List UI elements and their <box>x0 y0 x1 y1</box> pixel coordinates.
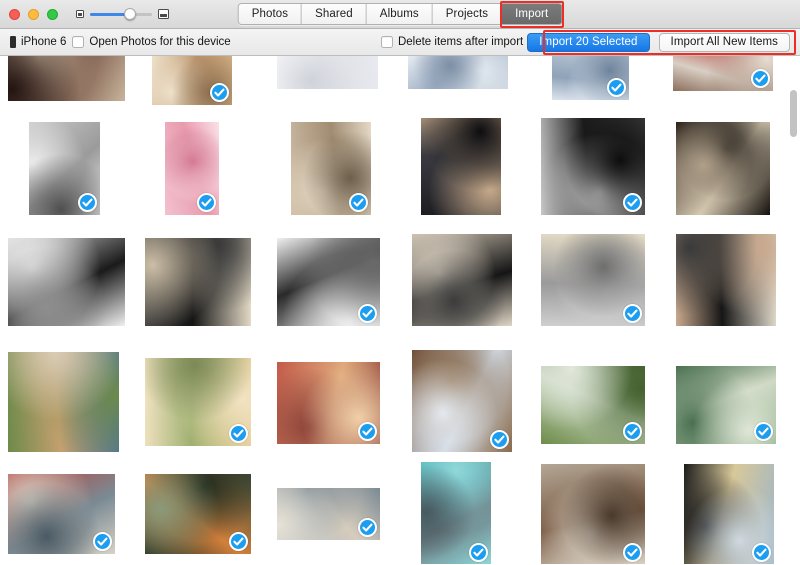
grid-scrollbar[interactable] <box>790 60 797 560</box>
small-thumbnail-icon[interactable] <box>76 10 84 18</box>
photo-selected-checkmark-icon[interactable] <box>210 83 229 102</box>
photo-thumbnail[interactable] <box>421 462 491 564</box>
delete-after-import-checkbox-box[interactable] <box>381 36 393 48</box>
device-name-label: iPhone 6 <box>21 36 66 48</box>
open-photos-for-device-checkbox[interactable]: Open Photos for this device <box>72 36 230 48</box>
device-indicator: iPhone 6 <box>10 36 72 48</box>
import-selected-button[interactable]: Import 20 Selected <box>527 33 649 52</box>
photo-selected-checkmark-icon[interactable] <box>358 422 377 441</box>
photo-thumbnail[interactable] <box>8 474 115 554</box>
view-tab-bar: Photos Shared Albums Projects Import <box>238 3 563 25</box>
photo-thumbnail[interactable] <box>145 358 251 446</box>
photo-selected-checkmark-icon[interactable] <box>490 430 509 449</box>
photo-selected-checkmark-icon[interactable] <box>78 193 97 212</box>
iphone-icon <box>10 36 16 48</box>
grid-scrollbar-thumb[interactable] <box>790 90 797 137</box>
photo-image <box>8 352 119 452</box>
photos-import-window: Photos Shared Albums Projects Import iPh… <box>0 0 800 565</box>
photo-selected-checkmark-icon[interactable] <box>349 193 368 212</box>
photo-image <box>412 234 512 326</box>
photo-selected-checkmark-icon[interactable] <box>93 532 112 551</box>
zoom-slider-track[interactable] <box>90 13 152 16</box>
photo-selected-checkmark-icon[interactable] <box>752 543 771 562</box>
photo-thumbnail[interactable] <box>29 122 100 215</box>
photo-thumbnail[interactable] <box>552 56 629 100</box>
tab-albums[interactable]: Albums <box>367 4 433 24</box>
import-toolbar: iPhone 6 Open Photos for this device Del… <box>0 29 800 56</box>
import-all-new-items-button[interactable]: Import All New Items <box>659 33 790 52</box>
photo-selected-checkmark-icon[interactable] <box>623 193 642 212</box>
photo-thumbnail[interactable] <box>673 56 773 91</box>
zoom-slider-knob[interactable] <box>124 8 136 20</box>
photo-thumbnail[interactable] <box>8 352 119 452</box>
tab-projects[interactable]: Projects <box>433 4 502 24</box>
maximize-window-icon[interactable] <box>47 9 58 20</box>
photo-thumbnail[interactable] <box>676 366 776 444</box>
photo-image <box>676 122 770 215</box>
photo-thumbnail[interactable] <box>277 362 380 444</box>
photo-thumbnail[interactable] <box>277 488 380 540</box>
window-titlebar: Photos Shared Albums Projects Import <box>0 0 800 29</box>
photo-image <box>676 234 776 326</box>
tab-photos[interactable]: Photos <box>239 4 302 24</box>
open-photos-checkbox-label: Open Photos for this device <box>89 36 230 48</box>
photo-selected-checkmark-icon[interactable] <box>229 532 248 551</box>
photo-selected-checkmark-icon[interactable] <box>358 304 377 323</box>
photo-selected-checkmark-icon[interactable] <box>197 193 216 212</box>
photo-image <box>421 118 501 215</box>
photo-image <box>8 56 125 101</box>
delete-after-import-checkbox[interactable]: Delete items after import <box>381 36 523 48</box>
photo-image <box>277 56 378 89</box>
photo-thumbnail[interactable] <box>8 238 125 326</box>
traffic-light-group <box>0 9 58 20</box>
photo-selected-checkmark-icon[interactable] <box>607 78 626 97</box>
photo-thumbnail[interactable] <box>541 118 645 215</box>
photo-image <box>8 238 125 326</box>
photo-thumbnail[interactable] <box>676 122 770 215</box>
photo-selected-checkmark-icon[interactable] <box>229 424 248 443</box>
photo-thumbnail[interactable] <box>421 118 501 215</box>
photo-thumbnail[interactable] <box>145 238 251 326</box>
photo-selected-checkmark-icon[interactable] <box>754 422 773 441</box>
photo-selected-checkmark-icon[interactable] <box>623 422 642 441</box>
tab-import[interactable]: Import <box>502 4 561 24</box>
close-window-icon[interactable] <box>9 9 20 20</box>
photo-thumbnail[interactable] <box>277 56 378 89</box>
photo-thumbnail[interactable] <box>152 56 232 105</box>
photo-thumbnail[interactable] <box>541 366 645 444</box>
large-thumbnail-icon[interactable] <box>158 9 169 19</box>
minimize-window-icon[interactable] <box>28 9 39 20</box>
delete-after-import-checkbox-label: Delete items after import <box>398 36 523 48</box>
photo-selected-checkmark-icon[interactable] <box>623 304 642 323</box>
photo-thumbnail[interactable] <box>145 474 251 554</box>
photo-selected-checkmark-icon[interactable] <box>358 518 377 537</box>
photo-thumbnail[interactable] <box>277 238 380 326</box>
photo-thumbnail[interactable] <box>676 234 776 326</box>
photo-thumbnail[interactable] <box>8 56 125 101</box>
photo-thumbnail[interactable] <box>412 350 512 452</box>
photo-thumbnail[interactable] <box>541 234 645 326</box>
photo-thumbnail[interactable] <box>291 122 371 215</box>
photo-selected-checkmark-icon[interactable] <box>751 69 770 88</box>
photo-thumbnail[interactable] <box>165 122 219 215</box>
photo-selected-checkmark-icon[interactable] <box>469 543 488 562</box>
photo-image <box>145 238 251 326</box>
photo-image <box>408 56 508 89</box>
photo-import-grid[interactable] <box>0 56 800 564</box>
open-photos-checkbox-box[interactable] <box>72 36 84 48</box>
photo-selected-checkmark-icon[interactable] <box>623 543 642 562</box>
photo-thumbnail[interactable] <box>412 234 512 326</box>
photo-thumbnail[interactable] <box>541 464 645 564</box>
tab-shared[interactable]: Shared <box>302 4 367 24</box>
thumbnail-zoom-slider[interactable] <box>76 9 169 19</box>
photo-thumbnail[interactable] <box>684 464 774 564</box>
photo-thumbnail[interactable] <box>408 56 508 89</box>
import-button-group: Import 20 Selected Import All New Items <box>523 31 794 54</box>
